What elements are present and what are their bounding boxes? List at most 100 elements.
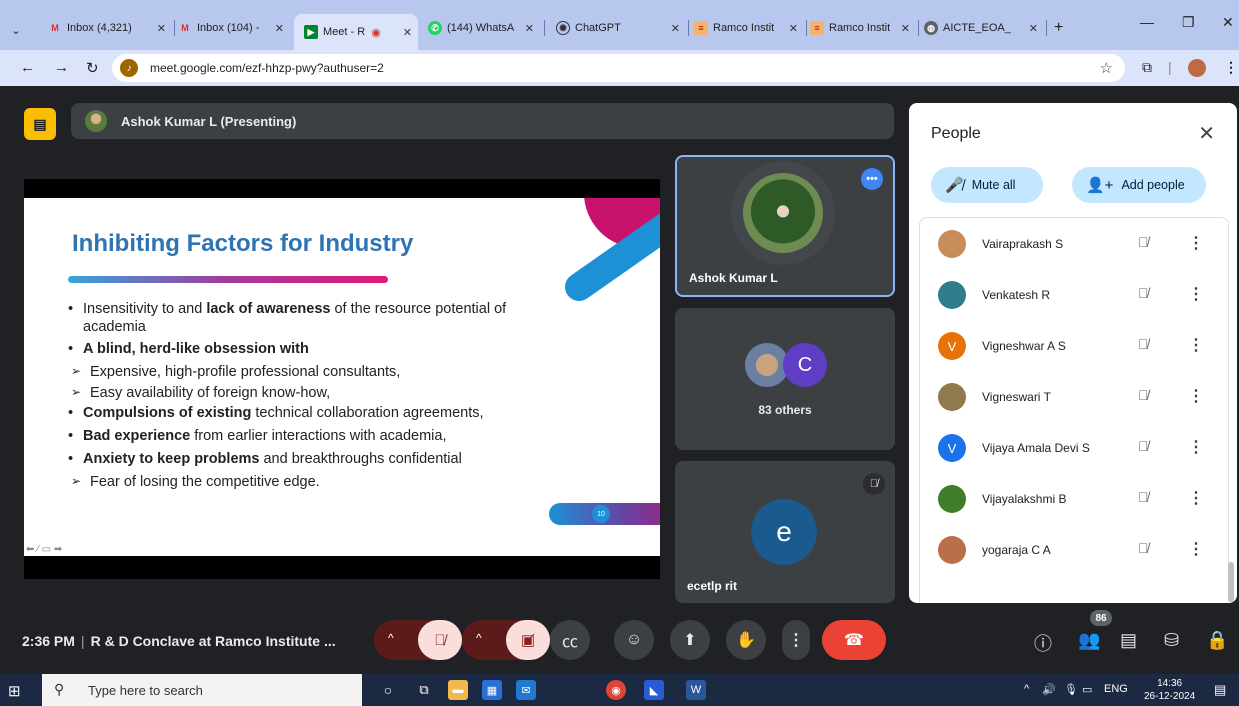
participant-tile[interactable]: 🎙̸ e ecetlp rit bbox=[675, 461, 895, 603]
mic-off-icon[interactable]: 🎙̸ bbox=[1138, 234, 1149, 250]
close-tab-icon[interactable]: ✕ bbox=[789, 22, 798, 35]
mail-icon[interactable]: ✉ bbox=[516, 680, 536, 700]
new-tab-button[interactable]: + bbox=[1054, 14, 1076, 42]
chevron-up-icon[interactable]: ^ bbox=[476, 631, 482, 645]
present-screen-button[interactable]: ⬆ bbox=[670, 620, 710, 660]
task-view-icon[interactable]: ⧉ bbox=[414, 680, 434, 700]
participant-tile-presenter[interactable]: ••• Ashok Kumar L bbox=[675, 155, 895, 297]
more-options-icon[interactable]: ⋮ bbox=[1188, 335, 1204, 355]
mic-off-icon[interactable]: 🎙̸ bbox=[1138, 387, 1149, 403]
raise-hand-button[interactable]: ✋ bbox=[726, 620, 766, 660]
tab-search-menu-icon[interactable]: ⌄ bbox=[6, 16, 26, 44]
minimize-icon[interactable]: — bbox=[1140, 14, 1154, 30]
photos-icon[interactable]: ◣ bbox=[644, 680, 664, 700]
tab-separator bbox=[1046, 20, 1047, 36]
close-tab-icon[interactable]: ✕ bbox=[901, 22, 910, 35]
activities-icon[interactable]: ⛁ bbox=[1164, 630, 1179, 651]
microphone-tray-icon[interactable]: 🎙 bbox=[1064, 683, 1078, 696]
browser-tab[interactable]: ≡ Ramco Instit ✕ bbox=[810, 14, 916, 42]
tray-overflow-icon[interactable]: ^ bbox=[1024, 683, 1029, 695]
presentation-icon[interactable]: ▤ bbox=[24, 108, 56, 140]
people-icon[interactable]: 👥 bbox=[1078, 630, 1100, 651]
chrome-icon[interactable]: ◉ bbox=[606, 680, 626, 700]
mic-off-icon[interactable]: 🎙̸ bbox=[1138, 540, 1149, 556]
more-options-button[interactable]: ⋮ bbox=[782, 620, 810, 660]
scrollbar[interactable] bbox=[1228, 562, 1234, 602]
browser-tab[interactable]: M Inbox (104) - ✕ bbox=[178, 14, 290, 42]
url-text[interactable]: meet.google.com/ezf-hhzp-pwy?authuser=2 bbox=[150, 61, 384, 75]
browser-tab[interactable]: M Inbox (4,321) ✕ bbox=[48, 14, 172, 42]
profile-avatar[interactable] bbox=[1188, 59, 1206, 77]
close-tab-icon[interactable]: ✕ bbox=[525, 22, 534, 35]
participant-tile-others[interactable]: C 83 others bbox=[675, 308, 895, 450]
bookmark-star-icon[interactable]: ☆ bbox=[1100, 59, 1113, 77]
back-icon[interactable]: ← bbox=[20, 59, 35, 76]
more-options-icon[interactable]: ••• bbox=[861, 168, 883, 190]
browser-tab[interactable]: ✆ (144) WhatsA ✕ bbox=[428, 14, 540, 42]
participant-row[interactable]: Vigneswari T 🎙̸ ⋮ bbox=[920, 371, 1228, 423]
cortana-icon[interactable]: ○ bbox=[378, 680, 398, 700]
participant-row[interactable]: Venkatesh R 🎙̸ ⋮ bbox=[920, 269, 1228, 321]
camera-off-button[interactable]: ▣̸ bbox=[506, 620, 550, 660]
participant-row[interactable]: yogaraja C A 🎙̸ ⋮ bbox=[920, 524, 1228, 576]
browser-tab[interactable]: ≡ Ramco Instit ✕ bbox=[694, 14, 804, 42]
host-controls-icon[interactable]: 🔒 bbox=[1206, 630, 1228, 651]
close-tab-icon[interactable]: ✕ bbox=[275, 22, 284, 35]
mic-off-button[interactable]: 🎙̸ bbox=[418, 620, 462, 660]
add-people-button[interactable]: 👤+ Add people bbox=[1072, 167, 1206, 203]
close-tab-icon[interactable]: ✕ bbox=[1029, 22, 1038, 35]
close-tab-icon[interactable]: ✕ bbox=[403, 26, 412, 39]
browser-menu-icon[interactable]: ⋮ bbox=[1224, 59, 1238, 76]
emoji-reaction-button[interactable]: ☺ bbox=[614, 620, 654, 660]
browser-tab-active[interactable]: ▶ Meet - R ◉ ✕ bbox=[294, 14, 418, 50]
close-window-icon[interactable]: ✕ bbox=[1222, 14, 1234, 31]
mic-off-icon[interactable]: 🎙̸ bbox=[1138, 489, 1149, 505]
participant-avatar: C bbox=[783, 343, 827, 387]
volume-icon[interactable]: 🔊 bbox=[1042, 683, 1056, 696]
presenter-label: Ashok Kumar L (Presenting) bbox=[121, 114, 297, 129]
mute-all-button[interactable]: 🎤̸ Mute all bbox=[931, 167, 1043, 203]
network-icon[interactable]: ▭ bbox=[1082, 683, 1092, 696]
slide-navigation-icons[interactable]: ⬅ ∕ ▭ ➡ bbox=[26, 544, 62, 555]
more-options-icon[interactable]: ⋮ bbox=[1188, 488, 1204, 508]
participant-row[interactable]: V Vijaya Amala Devi S 🎙̸ ⋮ bbox=[920, 422, 1228, 474]
restore-icon[interactable]: ❐ bbox=[1182, 14, 1195, 31]
leave-call-button[interactable]: ☎ bbox=[822, 620, 886, 660]
mic-off-icon[interactable]: 🎙̸ bbox=[1138, 285, 1149, 301]
notification-icon[interactable]: ▤ bbox=[1214, 682, 1226, 698]
windows-start-icon[interactable]: ⊞ bbox=[8, 682, 21, 700]
more-options-icon[interactable]: ⋮ bbox=[1188, 386, 1204, 406]
forward-icon[interactable]: → bbox=[54, 59, 69, 76]
taskbar-clock[interactable]: 14:36 26-12-2024 bbox=[1144, 677, 1195, 703]
more-options-icon[interactable]: ⋮ bbox=[1188, 284, 1204, 304]
word-icon[interactable]: W bbox=[686, 680, 706, 700]
chevron-up-icon[interactable]: ^ bbox=[388, 631, 394, 645]
mic-off-icon[interactable]: 🎙̸ bbox=[1138, 438, 1149, 454]
close-icon[interactable]: ✕ bbox=[1198, 121, 1215, 146]
chat-icon[interactable]: ▤ bbox=[1120, 630, 1137, 651]
participant-row[interactable]: Vairaprakash S 🎙̸ ⋮ bbox=[920, 218, 1228, 270]
more-options-icon[interactable]: ⋮ bbox=[1188, 539, 1204, 559]
slide-bullet: Anxiety to keep problems and breakthroug… bbox=[68, 451, 568, 469]
language-indicator[interactable]: ENG bbox=[1104, 683, 1128, 695]
site-info-icon[interactable]: ♪ bbox=[120, 59, 138, 77]
browser-tab[interactable]: ✺ ChatGPT ✕ bbox=[556, 14, 686, 42]
taskbar-search[interactable]: ⚲ Type here to search bbox=[42, 674, 362, 706]
participant-row[interactable]: Vijayalakshmi B 🎙̸ ⋮ bbox=[920, 473, 1228, 525]
participant-avatar: V bbox=[938, 332, 966, 360]
browser-tab[interactable]: ◍ AICTE_EOA_ ✕ bbox=[924, 14, 1044, 42]
extensions-icon[interactable]: ⧉ bbox=[1142, 59, 1152, 76]
participant-row[interactable]: V Vigneshwar A S 🎙̸ ⋮ bbox=[920, 320, 1228, 372]
reload-icon[interactable]: ↻ bbox=[86, 59, 99, 77]
captions-button[interactable]: ㏄ bbox=[550, 620, 590, 660]
more-options-icon[interactable]: ⋮ bbox=[1188, 233, 1204, 253]
meeting-details-icon[interactable]: ⓘ bbox=[1034, 630, 1052, 656]
mic-off-icon[interactable]: 🎙̸ bbox=[1138, 336, 1149, 352]
close-tab-icon[interactable]: ✕ bbox=[671, 22, 680, 35]
close-tab-icon[interactable]: ✕ bbox=[157, 22, 166, 35]
file-explorer-icon[interactable]: ▬ bbox=[448, 680, 468, 700]
mic-off-icon: 🎙̸ bbox=[863, 473, 885, 495]
more-options-icon[interactable]: ⋮ bbox=[1188, 437, 1204, 457]
store-icon[interactable]: ▦ bbox=[482, 680, 502, 700]
address-bar[interactable]: ♪ meet.google.com/ezf-hhzp-pwy?authuser=… bbox=[112, 54, 1125, 82]
